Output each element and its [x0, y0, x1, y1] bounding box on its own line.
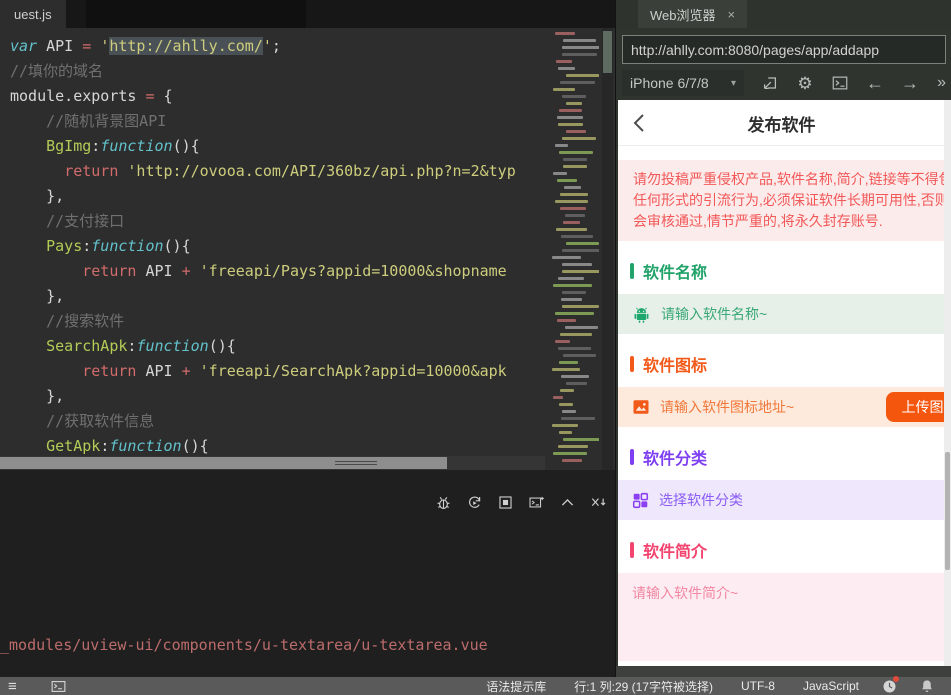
code-text: var API = 'http://ahlly.com/';//填你的域名 mod…	[10, 37, 516, 455]
console-panel: _modules/uview-ui/components/u-textarea/…	[0, 470, 615, 677]
syntax-library-status[interactable]: 语法提示库	[486, 678, 546, 695]
update-clock-icon[interactable]	[881, 676, 899, 694]
app-name-input[interactable]: 请输入软件名称~	[618, 294, 945, 334]
scrollbar-grip	[335, 460, 377, 466]
upload-image-button[interactable]: 上传图片	[886, 392, 945, 422]
address-bar	[622, 35, 946, 64]
notification-badge	[893, 676, 899, 682]
console-toolbar	[435, 494, 607, 511]
editor-horizontal-scrollbar[interactable]	[0, 456, 545, 470]
mobile-navbar: 发布软件	[618, 100, 945, 146]
terminal-icon[interactable]	[831, 74, 849, 92]
editor-pane: uest.js var API = 'http://ahlly.com/';//…	[0, 0, 615, 677]
app-name-placeholder: 请输入软件名称~	[661, 306, 768, 322]
browser-toolbar: iPhone 6/7/8 ▾ ⚙ ← → »	[622, 68, 946, 98]
android-icon	[632, 305, 651, 324]
url-input[interactable]	[622, 35, 946, 64]
settings-gear-icon[interactable]: ⚙	[796, 74, 814, 92]
mobile-page: 发布软件 请勿投稿严重侵权产品,软件名称,简介,链接等不得包括任何形式的引流行为…	[618, 100, 945, 666]
browser-tab-label: Web浏览器	[650, 7, 716, 23]
preview-scrollbar-thumb[interactable]	[945, 452, 950, 570]
code-minimap[interactable]	[549, 32, 599, 466]
preview-scrollbar[interactable]	[944, 100, 951, 666]
stop-icon[interactable]	[497, 494, 514, 511]
cursor-position-status[interactable]: 行:1 列:29 (17字符被选择)	[574, 678, 713, 695]
close-tab-icon[interactable]: ×	[728, 7, 736, 22]
editor-tabbar: uest.js	[0, 0, 615, 28]
image-icon	[632, 398, 650, 416]
more-tools-icon[interactable]: »	[937, 74, 946, 92]
code-editor[interactable]: var API = 'http://ahlly.com/';//填你的域名 mod…	[0, 28, 545, 456]
preview-bottom-strip	[616, 666, 951, 677]
section-app-icon: 软件图标 请输入软件图标地址~ 上传图片	[618, 334, 945, 427]
close-console-icon[interactable]	[590, 494, 607, 511]
minimap-column	[545, 28, 615, 470]
editor-horizontal-scrollbar-thumb[interactable]	[0, 457, 447, 469]
new-terminal-icon[interactable]	[528, 494, 545, 511]
restart-icon[interactable]	[466, 494, 483, 511]
intro-textarea[interactable]: 请输入软件简介~	[618, 573, 945, 661]
editor-vertical-scrollbar-thumb[interactable]	[603, 31, 612, 73]
forward-arrow-icon[interactable]: →	[901, 74, 919, 92]
grid-icon	[632, 492, 649, 509]
outline-toggle-icon[interactable]: ≡	[8, 678, 17, 695]
editor-tab-request-js[interactable]: uest.js	[0, 0, 66, 28]
section-label: 软件名称	[643, 265, 708, 282]
warning-notice: 请勿投稿严重侵权产品,软件名称,简介,链接等不得包括任何形式的引流行为,必须保证…	[618, 160, 945, 241]
back-arrow-icon[interactable]: ←	[866, 74, 884, 92]
status-bar: ≡ 语法提示库 行:1 列:29 (17字符被选择) UTF-8 JavaScr…	[0, 676, 951, 695]
page-title: 发布软件	[747, 115, 816, 135]
category-placeholder: 选择软件分类	[659, 492, 743, 508]
browser-tab[interactable]: Web浏览器 ×	[638, 0, 748, 28]
page-preview: 发布软件 请勿投稿严重侵权产品,软件名称,简介,链接等不得包括任何形式的引流行为…	[618, 100, 945, 666]
intro-placeholder: 请输入软件简介~	[632, 585, 739, 601]
section-bar	[630, 356, 634, 372]
debug-bug-icon[interactable]	[435, 494, 452, 511]
encoding-status[interactable]: UTF-8	[741, 679, 775, 693]
chevron-down-icon: ▾	[730, 77, 736, 89]
app-icon-placeholder: 请输入软件图标地址~	[660, 399, 795, 415]
section-label: 软件图标	[643, 358, 708, 375]
bell-icon[interactable]	[919, 678, 935, 694]
category-select[interactable]: 选择软件分类	[618, 480, 945, 520]
tabbar-shadow	[86, 0, 306, 28]
collapse-panel-icon[interactable]	[559, 494, 576, 511]
section-label: 软件简介	[643, 544, 708, 561]
section-app-name: 软件名称 请输入软件名称~	[618, 241, 945, 334]
section-app-category: 软件分类 选择软件分类	[618, 427, 945, 520]
editor-tab-label: uest.js	[14, 6, 52, 22]
section-bar	[630, 542, 634, 558]
hbuilderx-window: uest.js var API = 'http://ahlly.com/';//…	[0, 0, 951, 695]
browser-tabbar: Web浏览器 ×	[616, 0, 951, 28]
section-app-intro: 软件简介 请输入软件简介~	[618, 520, 945, 661]
web-browser-pane: Web浏览器 × iPhone 6/7/8 ▾ ⚙ ←	[615, 0, 951, 677]
console-line: _modules/uview-ui/components/u-textarea/…	[0, 636, 488, 654]
section-label: 软件分类	[643, 451, 708, 468]
section-bar	[630, 449, 634, 465]
open-external-window-icon[interactable]	[761, 74, 779, 92]
terminal-icon[interactable]	[51, 678, 67, 694]
device-selector-value: iPhone 6/7/8	[630, 75, 709, 91]
app-icon-url-input[interactable]: 请输入软件图标地址~ 上传图片	[618, 387, 945, 427]
section-bar	[630, 263, 634, 279]
editor-vertical-scrollbar[interactable]	[602, 28, 613, 470]
language-mode-status[interactable]: JavaScript	[803, 679, 859, 693]
device-selector[interactable]: iPhone 6/7/8 ▾	[622, 70, 744, 96]
